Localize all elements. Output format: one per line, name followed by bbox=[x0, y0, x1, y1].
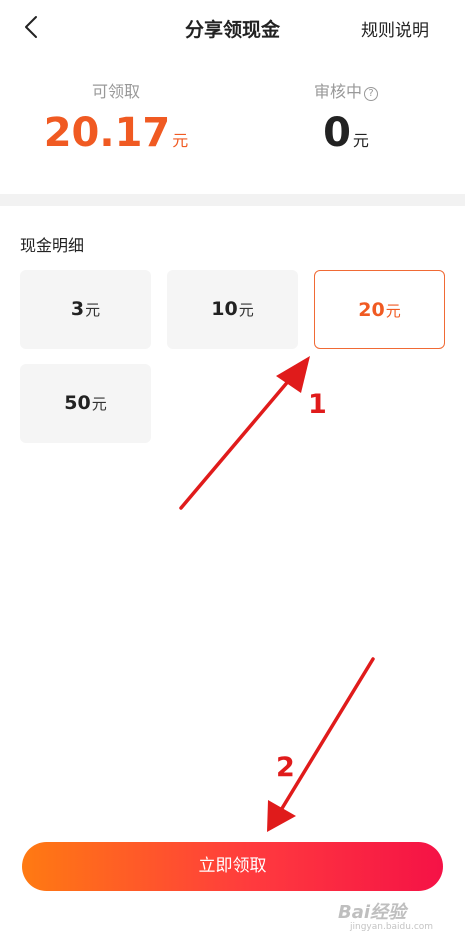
option-amount: 50 bbox=[64, 392, 91, 414]
watermark-url: jingyan.baidu.com bbox=[350, 922, 434, 932]
reviewing-unit: 元 bbox=[352, 131, 369, 150]
claim-now-button[interactable]: 立即领取 bbox=[22, 842, 443, 891]
balance-summary: 可领取 20.17 元 审核中? 0元 bbox=[0, 80, 465, 180]
available-amount: 20.17 bbox=[43, 110, 171, 156]
reviewing-label: 审核中 bbox=[313, 82, 362, 101]
step-number-2: 2 bbox=[276, 752, 295, 783]
arrow-to-20-option bbox=[179, 356, 310, 510]
option-amount: 3 bbox=[70, 298, 85, 320]
watermark-logo: Bai经验 bbox=[338, 902, 407, 923]
amount-option-50[interactable]: 50元 bbox=[20, 364, 151, 443]
option-amount: 10 bbox=[211, 298, 238, 320]
header-bar: 分享领现金 规则说明 bbox=[0, 0, 465, 56]
option-unit: 元 bbox=[85, 301, 101, 319]
available-stat: 可领取 20.17 元 bbox=[26, 80, 206, 156]
reviewing-label-row: 审核中? bbox=[256, 80, 436, 104]
rules-link[interactable]: 规则说明 bbox=[361, 16, 429, 41]
amount-option-10[interactable]: 10元 bbox=[167, 270, 298, 349]
amount-option-3[interactable]: 3元 bbox=[20, 270, 151, 349]
reviewing-amount: 0 bbox=[323, 110, 351, 156]
available-unit: 元 bbox=[172, 131, 189, 150]
option-amount: 20 bbox=[358, 299, 385, 321]
baidu-watermark: Bai经验 jingyan.baidu.com bbox=[338, 898, 458, 944]
amount-option-20[interactable]: 20元 bbox=[314, 270, 445, 349]
available-value: 20.17 元 bbox=[26, 110, 206, 156]
option-unit: 元 bbox=[91, 395, 107, 413]
available-label: 可领取 bbox=[91, 82, 140, 101]
step-number-1: 1 bbox=[308, 389, 327, 420]
option-unit: 元 bbox=[238, 301, 254, 319]
option-unit: 元 bbox=[385, 302, 401, 320]
reviewing-stat: 审核中? 0元 bbox=[256, 80, 436, 156]
section-divider bbox=[0, 194, 465, 206]
reviewing-value: 0元 bbox=[256, 110, 436, 156]
arrow-to-claim-button bbox=[267, 657, 375, 832]
question-circle-icon[interactable]: ? bbox=[364, 87, 378, 101]
cash-detail-title: 现金明细 bbox=[20, 236, 85, 255]
